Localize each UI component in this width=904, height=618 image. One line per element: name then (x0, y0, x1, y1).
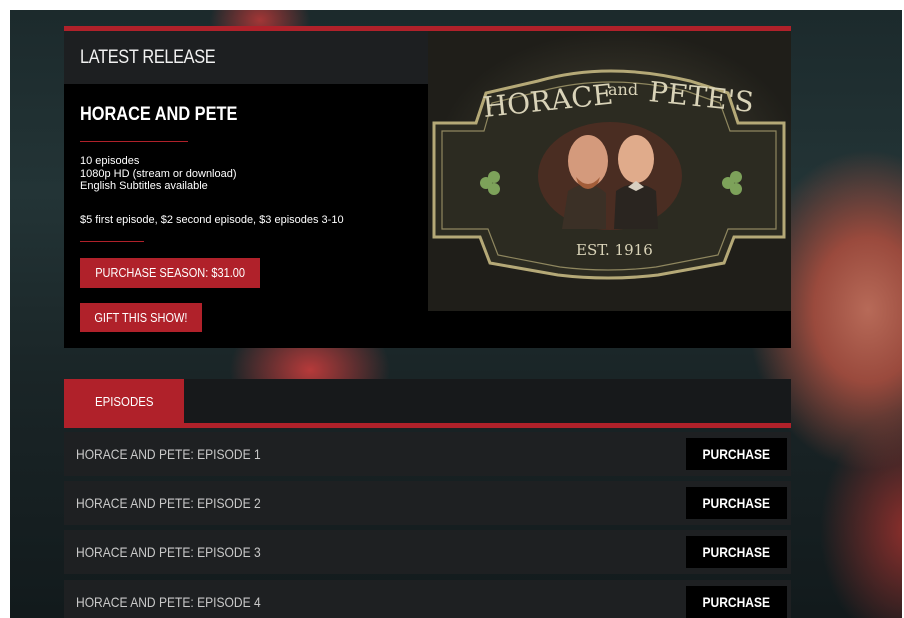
episode-title: HORACE AND PETE: EPISODE 1 (76, 446, 261, 462)
episodes-tab-bar: EPISODES (64, 379, 791, 428)
gift-show-label: GIFT THIS SHOW! (94, 310, 188, 325)
episode-count: 10 episodes (80, 155, 140, 167)
poster-sign-est: EST. 1916 (576, 241, 653, 259)
latest-release-header: LATEST RELEASE (64, 31, 428, 84)
tab-episodes[interactable]: EPISODES (64, 379, 184, 423)
pricing-divider (80, 241, 144, 242)
episode-title: HORACE AND PETE: EPISODE 3 (76, 544, 261, 560)
latest-release-card: LATEST RELEASE HORACE AND PETE 10 episod… (64, 26, 791, 348)
show-specs: 10 episodes 1080p HD (stream or download… (80, 155, 237, 193)
episode-row-4: HORACE AND PETE: EPISODE 4 PURCHASE (64, 580, 791, 618)
purchase-label: PURCHASE (702, 495, 771, 511)
purchase-label: PURCHASE (702, 446, 771, 462)
episode-row-3: HORACE AND PETE: EPISODE 3 PURCHASE (64, 530, 791, 574)
episode-title: HORACE AND PETE: EPISODE 2 (76, 495, 261, 511)
show-title: HORACE AND PETE (80, 104, 238, 125)
purchase-season-button[interactable]: PURCHASE SEASON: $31.00 (80, 258, 260, 288)
latest-release-heading: LATEST RELEASE (80, 47, 216, 68)
purchase-label: PURCHASE (702, 594, 771, 610)
title-divider (80, 141, 188, 142)
gift-show-button[interactable]: GIFT THIS SHOW! (80, 303, 202, 332)
pricing-info: $5 first episode, $2 second episode, $3 … (80, 214, 344, 226)
page-background: LATEST RELEASE HORACE AND PETE 10 episod… (10, 10, 902, 618)
episode-title: HORACE AND PETE: EPISODE 4 (76, 594, 261, 610)
purchase-episode-4-button[interactable]: PURCHASE (686, 586, 787, 618)
video-format: 1080p HD (stream or download) (80, 167, 237, 180)
episode-row-2: HORACE AND PETE: EPISODE 2 PURCHASE (64, 481, 791, 525)
purchase-label: PURCHASE (702, 544, 771, 560)
purchase-season-label: PURCHASE SEASON: $31.00 (95, 266, 245, 280)
show-poster-image: HORACE and PETE'S EST. 1916 (428, 31, 791, 311)
purchase-episode-3-button[interactable]: PURCHASE (686, 536, 787, 568)
episode-row-1: HORACE AND PETE: EPISODE 1 PURCHASE (64, 432, 791, 476)
purchase-episode-2-button[interactable]: PURCHASE (686, 487, 787, 519)
subtitle-info: English Subtitles available (80, 180, 208, 192)
poster-sign-and: and (608, 80, 638, 99)
purchase-episode-1-button[interactable]: PURCHASE (686, 438, 787, 470)
tab-episodes-label: EPISODES (94, 393, 154, 409)
